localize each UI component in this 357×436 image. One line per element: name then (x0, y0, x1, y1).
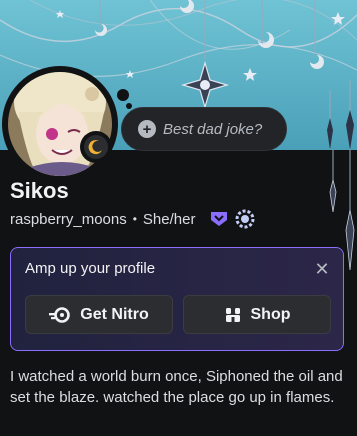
boost-badge-icon[interactable] (235, 209, 255, 229)
separator: • (132, 212, 137, 226)
pronouns: She/her (142, 210, 196, 228)
moon-icon (88, 140, 102, 155)
plus-circle-icon: + (138, 120, 156, 138)
get-nitro-button[interactable]: Get Nitro (25, 295, 173, 334)
thought-dot-small (126, 103, 132, 109)
close-icon[interactable]: ✕ (312, 259, 332, 279)
display-name: Sikos (10, 178, 69, 203)
status-indicator (80, 131, 112, 163)
username-row: raspberry_moons • She/her (10, 208, 255, 230)
nitro-badge-icon[interactable] (209, 209, 229, 229)
bio-text: I watched a world burn once, Siphoned th… (10, 368, 343, 406)
custom-status-button[interactable]: + Best dad joke? (121, 107, 287, 151)
thought-dot-large (117, 89, 129, 101)
custom-status-placeholder: Best dad joke? (163, 120, 263, 138)
shop-icon (225, 307, 240, 322)
nitro-icon (49, 306, 71, 323)
nitro-promo-title: Amp up your profile (25, 260, 156, 277)
nitro-promo-card: Amp up your profile ✕ Get Nitro Shop (10, 247, 344, 351)
username[interactable]: raspberry_moons (10, 211, 127, 228)
get-nitro-label: Get Nitro (80, 305, 149, 323)
status-indicator-inner (84, 135, 108, 159)
shop-button[interactable]: Shop (183, 295, 331, 334)
shop-label: Shop (250, 305, 291, 323)
